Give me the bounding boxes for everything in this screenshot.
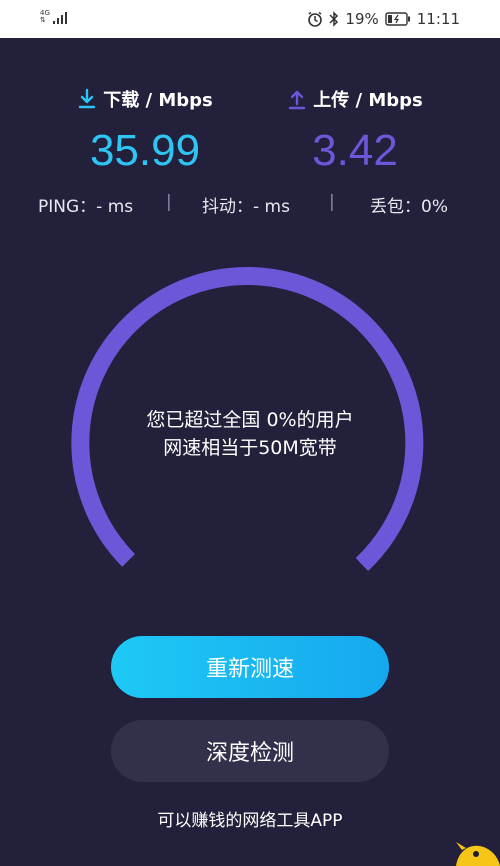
stats-separator: | bbox=[166, 192, 172, 212]
stats-separator: | bbox=[329, 192, 335, 212]
battery-icon bbox=[385, 12, 410, 26]
speed-test-screen: 下载 / Mbps 35.99 上传 / Mbps 3.42 PING：- ms… bbox=[0, 38, 500, 866]
battery-percent: 19% bbox=[345, 10, 379, 28]
status-right: 19% 11:11 bbox=[307, 10, 460, 28]
stats-row: PING：- ms | 抖动：- ms | 丢包：0% bbox=[0, 192, 500, 217]
download-icon bbox=[79, 88, 96, 109]
deep-check-button[interactable]: 深度检测 bbox=[111, 720, 389, 782]
jitter-stat: 抖动：- ms bbox=[202, 197, 290, 217]
bluetooth-icon bbox=[329, 11, 339, 27]
download-label: 下载 / Mbps bbox=[103, 90, 213, 111]
packet-loss-stat: 丢包：0% bbox=[370, 197, 448, 217]
upload-speed-value: 3.42 bbox=[312, 126, 398, 175]
signal-strength-icon bbox=[52, 12, 67, 24]
ping-stat: PING：- ms bbox=[38, 197, 134, 217]
gauge-line-1: 您已超过全国 0%的用户 bbox=[146, 409, 354, 431]
signal-area: 4G ⇅ bbox=[40, 10, 69, 24]
alarm-icon bbox=[308, 11, 323, 27]
status-bar: 4G ⇅ 19% 11:11 bbox=[0, 0, 500, 38]
retest-button[interactable]: 重新测速 bbox=[111, 636, 389, 698]
upload-icon bbox=[289, 90, 306, 110]
upload-header: 上传 / Mbps bbox=[255, 86, 455, 112]
upload-label: 上传 / Mbps bbox=[313, 90, 423, 111]
download-section: 下载 / Mbps 35.99 bbox=[45, 86, 245, 176]
mascot-icon[interactable] bbox=[446, 840, 500, 866]
gauge-result-text: 您已超过全国 0%的用户 网速相当于50M宽带 bbox=[0, 406, 500, 462]
clock-time: 11:11 bbox=[416, 10, 460, 28]
upload-section: 上传 / Mbps 3.42 bbox=[255, 86, 455, 176]
gauge-line-2: 网速相当于50M宽带 bbox=[163, 437, 337, 459]
footer-tagline: 可以赚钱的网络工具APP bbox=[157, 811, 343, 831]
volte-label: ⇅ bbox=[40, 16, 46, 24]
download-header: 下载 / Mbps bbox=[45, 86, 245, 112]
download-speed-value: 35.99 bbox=[89, 126, 201, 175]
